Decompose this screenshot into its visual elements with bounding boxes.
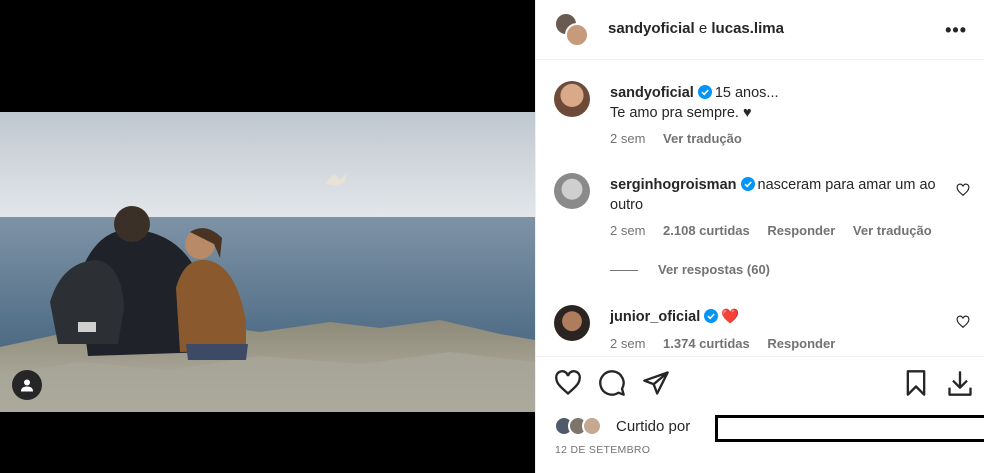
reply-button[interactable]: Responder: [767, 336, 835, 351]
post-panel: sandyoficial e lucas.lima ••• sandyofici…: [535, 0, 984, 473]
like-heart-icon[interactable]: [554, 369, 582, 397]
post-authors: sandyoficial e lucas.lima: [608, 20, 784, 37]
share-send-icon[interactable]: [642, 369, 670, 397]
action-bar: [536, 356, 984, 406]
liked-by-label[interactable]: Curtido por: [616, 418, 690, 435]
post-date[interactable]: 12 DE SETEMBRO: [555, 444, 650, 456]
comments-list: sandyoficial 15 anos... Te amo pra sempre…: [536, 61, 984, 351]
collab-avatars[interactable]: [554, 12, 590, 48]
comment-meta: 2 sem 1.374 curtidas Responder: [610, 336, 849, 351]
author-link[interactable]: sandyoficial: [608, 20, 695, 37]
comment-likes[interactable]: 1.374 curtidas: [663, 336, 750, 351]
caption-line: Te amo pra sempre. ♥: [610, 105, 752, 121]
verified-badge-icon: [697, 85, 712, 99]
avatar: [582, 416, 602, 436]
comment-text: serginhogroisman nasceram para amar um ao…: [610, 175, 940, 215]
verified-badge-icon: [740, 177, 755, 191]
redacted-box: [715, 415, 984, 442]
translate-button[interactable]: Ver tradução: [853, 223, 932, 238]
post-header: sandyoficial e lucas.lima •••: [536, 0, 984, 60]
comment-text: junior_oficial ❤️: [610, 307, 940, 327]
liked-by: Curtido por: [554, 414, 984, 442]
download-icon[interactable]: [946, 369, 974, 397]
heart-outline-icon[interactable]: [956, 315, 970, 329]
tagged-users-button[interactable]: [12, 370, 42, 400]
comment-meta: 2 sem Ver tradução: [610, 131, 756, 146]
comment-likes[interactable]: 2.108 curtidas: [663, 223, 750, 238]
comment-time[interactable]: 2 sem: [610, 223, 645, 238]
comment-time[interactable]: 2 sem: [610, 336, 645, 351]
caption-text: sandyoficial 15 anos... Te amo pra sempre…: [610, 83, 940, 123]
more-horizontal-icon[interactable]: •••: [945, 20, 967, 41]
view-replies-label: Ver respostas (60): [658, 262, 771, 277]
author-separator: e: [698, 20, 708, 37]
comment-username[interactable]: sandyoficial: [610, 85, 694, 101]
comment-username[interactable]: junior_oficial: [610, 309, 700, 325]
bookmark-icon[interactable]: [902, 369, 930, 397]
comment-meta: 2 sem 2.108 curtidas Responder Ver tradu…: [610, 223, 946, 238]
author-link[interactable]: lucas.lima: [711, 20, 784, 37]
comment-time[interactable]: 2 sem: [610, 131, 645, 146]
verified-badge-icon: [704, 309, 719, 323]
avatar[interactable]: [554, 305, 590, 341]
view-replies-button[interactable]: Ver respostas (60): [610, 262, 770, 277]
comment-username[interactable]: serginhogroisman: [610, 177, 737, 193]
post-photo[interactable]: [0, 112, 535, 412]
translate-button[interactable]: Ver tradução: [663, 131, 742, 146]
post-media: [0, 0, 535, 473]
avatar: [565, 23, 589, 47]
comment-bubble-icon[interactable]: [598, 369, 626, 397]
comment-body: ❤️: [721, 309, 740, 325]
replies-divider: [610, 270, 638, 272]
photo-illustration: [0, 112, 535, 412]
avatar[interactable]: [554, 173, 590, 209]
caption-line: 15 anos...: [714, 85, 779, 101]
user-icon: [21, 379, 33, 392]
heart-outline-icon[interactable]: [956, 183, 970, 197]
reply-button[interactable]: Responder: [767, 223, 835, 238]
avatar[interactable]: [554, 81, 590, 117]
